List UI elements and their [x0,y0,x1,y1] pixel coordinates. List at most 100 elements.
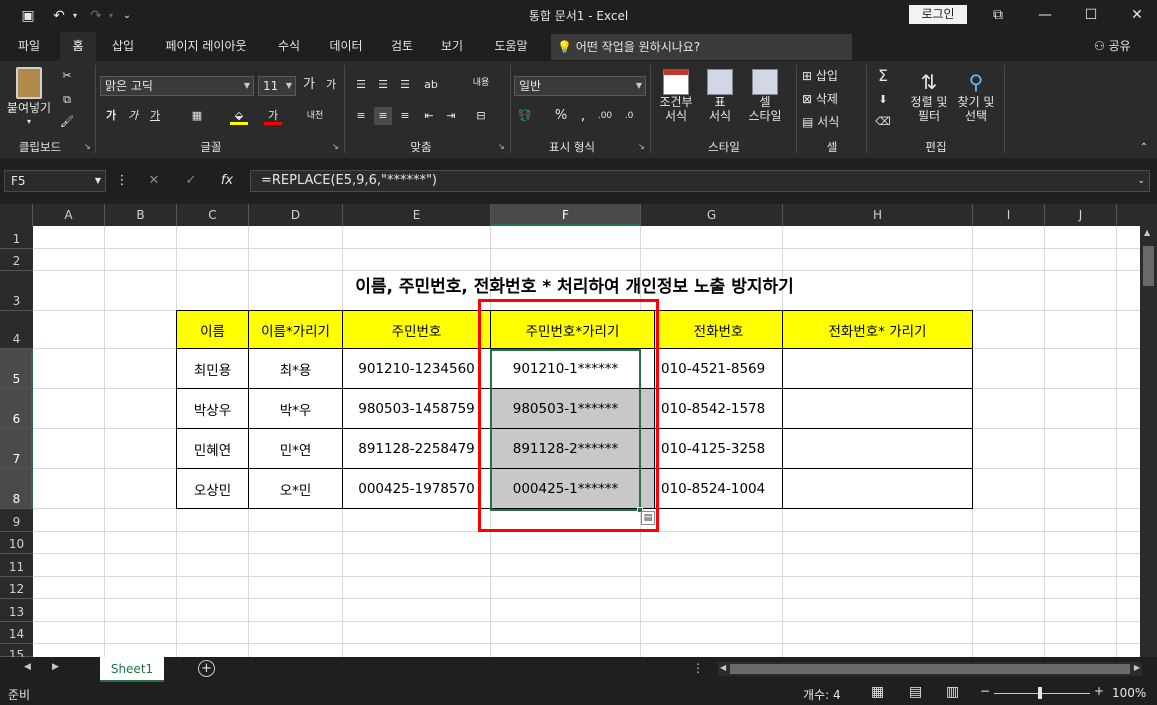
select-all-corner[interactable] [0,204,33,226]
table-cell[interactable]: 민*연 [249,429,343,469]
phonetic-icon[interactable]: 내천 [306,107,324,125]
zoom-slider-thumb[interactable] [1038,687,1042,699]
scroll-up-icon[interactable]: ▲ [1144,228,1150,237]
redo-dropdown-icon[interactable]: ▾ [106,6,116,26]
table-cell[interactable]: 010-4125-3258 [655,429,783,469]
font-name-select[interactable]: 맑은 고딕 ▼ [100,76,254,96]
column-header-i[interactable]: I [973,204,1045,226]
table-cell[interactable] [783,349,973,389]
align-right-icon[interactable]: ≡ [396,107,414,125]
underline-button[interactable]: 가 [146,107,164,125]
increase-font-icon[interactable]: 가 [300,76,318,94]
selected-cell[interactable]: 980503-1****** [491,389,655,429]
horizontal-scrollbar[interactable]: ◀ ▶ [718,662,1142,676]
tab-page-layout[interactable]: 페이지 레이아웃 [150,32,262,61]
vertical-scrollbar[interactable]: ▲ [1140,226,1157,657]
tell-me-search[interactable]: 💡 어떤 작업을 원하시나요? [551,34,852,60]
tab-data[interactable]: 데이터 [318,32,374,61]
expand-formula-icon[interactable]: ⌄ [1137,171,1145,191]
merge-center-icon[interactable]: ⊟ [472,107,490,125]
normal-view-icon[interactable]: ▦ [871,684,884,700]
align-left-icon[interactable]: ≡ [352,107,370,125]
more-options-icon[interactable]: ⋮ [112,172,132,190]
insert-function-icon[interactable]: fx [217,172,237,190]
comma-style-icon[interactable]: , [574,107,592,125]
table-cell[interactable] [783,429,973,469]
table-cell[interactable] [783,469,973,509]
table-cell[interactable]: 최*용 [249,349,343,389]
row-header-12[interactable]: 12 [0,577,33,599]
find-select-button[interactable]: ⚲ 찾기 및 선택 [952,69,1000,123]
fill-icon[interactable]: ⬇ [874,91,892,109]
font-size-select[interactable]: 11 ▼ [258,76,296,96]
page-layout-view-icon[interactable]: ▤ [909,684,922,700]
active-cell-f5[interactable]: 901210-1****** [491,349,655,389]
table-cell[interactable]: 박*우 [249,389,343,429]
page-break-view-icon[interactable]: ▥ [946,684,959,700]
zoom-out-icon[interactable]: − [980,684,990,698]
table-cell[interactable]: 오*민 [249,469,343,509]
sheet-title-cell[interactable]: 이름, 주민번호, 전화번호 * 처리하여 개인정보 노출 방지하기 [176,276,973,298]
clear-icon[interactable]: ⌫ [874,113,892,131]
cell-styles-button[interactable]: 셀 스타일 [742,69,788,123]
zoom-slider[interactable] [994,693,1090,694]
tab-view[interactable]: 보기 [430,32,474,61]
header-cell-phone[interactable]: 전화번호 [655,311,783,349]
conditional-format-button[interactable]: 조건부 서식 [656,69,696,123]
header-cell-name-masked[interactable]: 이름*가리기 [249,311,343,349]
row-header-14[interactable]: 14 [0,622,33,644]
scroll-right-icon[interactable]: ▶ [1134,663,1140,672]
table-cell[interactable]: 010-8524-1004 [655,469,783,509]
row-header-3[interactable]: 3 [0,271,33,311]
increase-indent-icon[interactable]: ⇥ [442,107,460,125]
paste-button[interactable]: 붙여넣기 ▾ [6,67,52,135]
selected-cell[interactable]: 891128-2****** [491,429,655,469]
next-sheet-icon[interactable]: ▶ [52,662,59,672]
decrease-font-icon[interactable]: 가 [322,76,340,94]
row-header-13[interactable]: 13 [0,599,33,622]
ribbon-display-icon[interactable]: ⧉ [980,4,1016,26]
italic-button[interactable]: 가 [124,107,142,125]
table-cell[interactable]: 980503-1458759 [343,389,491,429]
row-header-1[interactable]: 1 [0,226,33,249]
redo-icon[interactable]: ↷ [86,6,106,26]
zoom-level[interactable]: 100% [1112,686,1146,700]
table-cell[interactable] [783,389,973,429]
number-format-select[interactable]: 일반 ▼ [514,76,646,96]
tab-home[interactable]: 홈 [60,32,96,61]
tab-help[interactable]: 도움말 [482,32,540,61]
undo-dropdown-icon[interactable]: ▾ [70,6,80,26]
clipboard-launcher-icon[interactable]: ↘ [84,142,94,152]
row-header-15[interactable]: 15 [0,644,33,657]
alignment-launcher-icon[interactable]: ↘ [498,142,508,152]
header-cell-name[interactable]: 이름 [177,311,249,349]
autosum-icon[interactable]: Σ [874,67,892,85]
login-button[interactable]: 로그인 [909,5,967,24]
customize-toolbar-icon[interactable]: ⌄ [120,6,134,26]
format-painter-icon[interactable]: 🖌 [58,113,76,131]
save-icon[interactable]: ▣ [18,6,38,26]
cancel-icon[interactable]: ✕ [144,172,164,190]
tab-splitter-handle[interactable]: ⋮ [692,661,704,675]
row-header-9[interactable]: 9 [0,509,33,532]
tab-file[interactable]: 파일 [4,32,54,61]
enter-icon[interactable]: ✓ [181,172,201,190]
table-cell[interactable]: 000425-1978570 [343,469,491,509]
column-header-h[interactable]: H [783,204,973,226]
selected-cell[interactable]: 000425-1****** [491,469,655,509]
align-center-icon[interactable]: ≡ [374,107,392,125]
wrap-text-button[interactable]: 내용 [472,74,490,92]
column-header-b[interactable]: B [105,204,177,226]
increase-decimal-icon[interactable]: .00 [596,107,614,125]
tab-review[interactable]: 검토 [380,32,424,61]
add-sheet-icon[interactable]: + [198,660,215,677]
table-cell[interactable]: 오상민 [177,469,249,509]
format-cells-button[interactable]: ▤ 서식 [802,115,858,129]
bold-button[interactable]: 가 [102,107,120,125]
align-middle-icon[interactable]: ☰ [374,76,392,94]
percent-icon[interactable]: % [552,107,570,125]
collapse-ribbon-icon[interactable]: ⌃ [1135,139,1153,157]
close-icon[interactable]: ✕ [1119,4,1155,26]
row-header-8[interactable]: 8 [0,469,33,509]
decrease-indent-icon[interactable]: ⇤ [420,107,438,125]
